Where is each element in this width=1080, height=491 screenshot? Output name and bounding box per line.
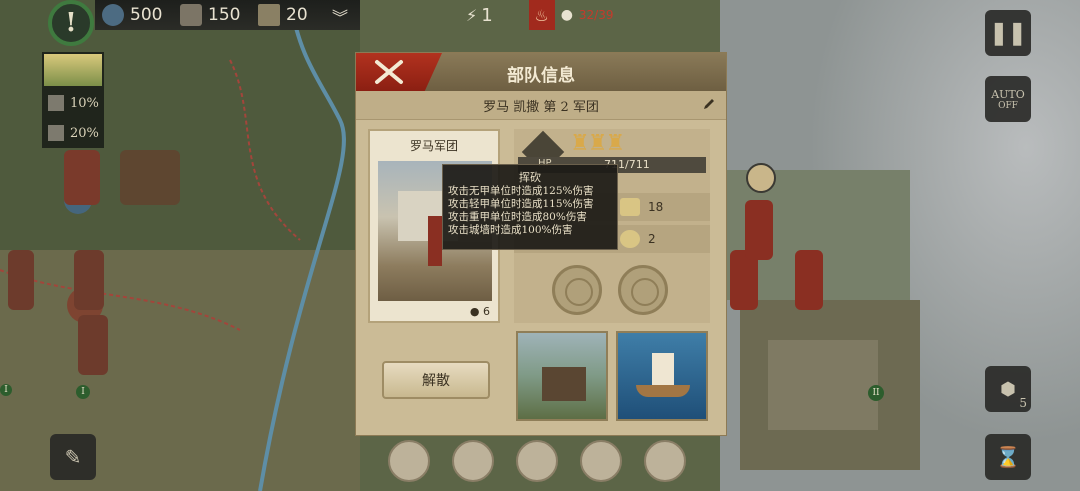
rank-icons: ♜♜♜ — [570, 131, 625, 156]
skill-tooltip: 挥砍 攻击无甲单位时造成125%伤害 攻击轻甲单位时造成115%伤害 攻击重甲单… — [442, 164, 618, 250]
unit-legion-2[interactable] — [8, 250, 34, 310]
unit-cavalry[interactable] — [120, 150, 180, 205]
chevron-down-icon[interactable]: ︾ — [332, 4, 348, 28]
sword-icon — [48, 95, 64, 111]
resource-scroll: 20 — [258, 4, 308, 26]
tooltip-line: 攻击无甲单位时造成125%伤害 — [448, 185, 594, 197]
map-marker-1[interactable]: I — [0, 384, 12, 396]
action-button-3[interactable] — [516, 440, 558, 482]
enemy-unit-3[interactable] — [795, 250, 823, 310]
legionary-image — [428, 216, 442, 266]
action-button-1[interactable] — [388, 440, 430, 482]
fire-icon[interactable]: ♨ — [528, 0, 555, 30]
sail-image — [652, 353, 674, 387]
action-button-4[interactable] — [580, 440, 622, 482]
resource-hammer: 150 — [180, 4, 240, 26]
ability-button-2[interactable] — [618, 265, 668, 315]
tooltip-title: 挥砍 — [519, 171, 541, 184]
scroll-icon — [258, 4, 280, 26]
formation-icon — [565, 278, 593, 306]
tooltip-line: 攻击重甲单位时造成80%伤害 — [448, 211, 587, 223]
lightning-icon: ⚡ — [466, 5, 478, 25]
shield-icon — [48, 125, 64, 141]
resource-gold: 500 — [102, 4, 162, 26]
map-marker-2[interactable]: I — [76, 385, 90, 399]
action-button-2[interactable] — [452, 440, 494, 482]
unit-legion-4[interactable] — [78, 315, 108, 375]
shield-wall-icon — [631, 278, 659, 306]
person-icon: ● — [560, 7, 573, 23]
terrain-panel[interactable]: 10% 20% — [42, 52, 104, 148]
hourglass-icon: ⌛ — [995, 445, 1021, 469]
siege-shed-image — [542, 367, 586, 401]
unit-legion-3[interactable] — [74, 250, 104, 310]
unit-info-dialog: 部队信息 罗马 凯撒 第 2 军团 罗马军团 ● 6 ♜♜♜ HP 711/71… — [355, 52, 727, 436]
terrain-thumbnail — [44, 54, 102, 86]
sea-transport-option[interactable] — [616, 331, 708, 421]
turn-status: ⚡ 1 ♨ ● 32/39 — [466, 0, 614, 30]
enemy-city[interactable] — [768, 340, 878, 430]
hexagons-icon: ⬢ — [1000, 378, 1016, 400]
tooltip-line: 攻击城墙时造成100%伤害 — [448, 224, 573, 236]
action-button-5[interactable] — [644, 440, 686, 482]
tooltip-line: 攻击轻甲单位时造成115%伤害 — [448, 198, 594, 210]
eye-icon — [620, 230, 640, 248]
pencil-icon[interactable] — [702, 97, 716, 111]
close-icon — [375, 60, 403, 84]
auto-button[interactable]: AUTO OFF — [985, 76, 1031, 122]
ability-button-1[interactable] — [552, 265, 602, 315]
exclamation-icon: ! — [65, 8, 77, 38]
unit-name: 罗马 凯撒 第 2 军团 — [483, 100, 599, 115]
hammer-icon — [180, 4, 202, 26]
pause-button[interactable]: ❚❚ — [985, 10, 1031, 56]
coin-icon — [102, 4, 124, 26]
hex-actions-button[interactable]: ⬢ 5 — [985, 366, 1031, 412]
unit-type-name: 罗马军团 — [409, 139, 458, 153]
land-transport-option[interactable] — [516, 331, 608, 421]
general-portrait[interactable] — [746, 163, 776, 193]
end-turn-button[interactable]: ⌛ — [985, 434, 1031, 480]
boat-image — [636, 385, 690, 397]
alert-button[interactable]: ! — [48, 0, 94, 46]
map-marker-3[interactable]: II — [868, 385, 884, 401]
pause-icon: ❚❚ — [989, 20, 1027, 46]
terrain-stat-1: 10% — [42, 88, 104, 118]
unit-name-bar: 罗马 凯撒 第 2 军团 — [356, 91, 726, 120]
unit-legion-1[interactable] — [64, 150, 100, 205]
terrain-stat-2: 20% — [42, 118, 104, 148]
enemy-unit-2[interactable] — [745, 200, 773, 260]
person-icon: ● — [469, 305, 480, 318]
scroll-map-icon: ✎ — [64, 445, 82, 469]
attack-icon — [620, 198, 640, 216]
map-tools-button[interactable]: ✎ — [50, 434, 96, 480]
unit-size: ● 6 — [469, 305, 490, 318]
disband-button[interactable]: 解散 — [382, 361, 490, 399]
